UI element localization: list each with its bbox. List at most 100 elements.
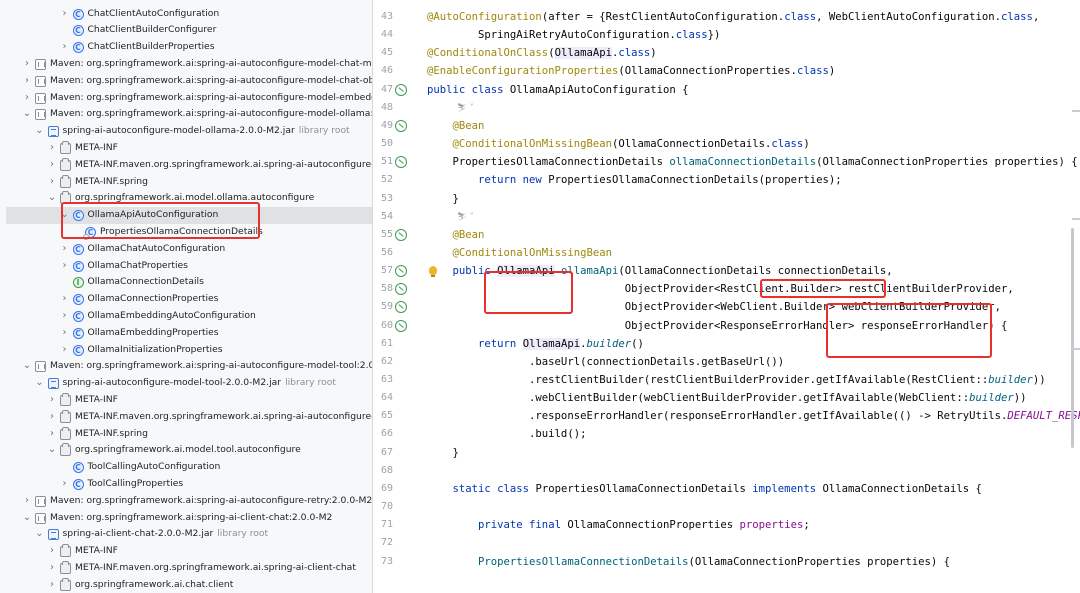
chevron-right-icon[interactable]: › [47, 174, 57, 190]
tree-maven-ollama[interactable]: ⌄ Maven: org.springframework.ai:spring-ai… [0, 106, 372, 123]
code-line-73[interactable]: 73 PropertiesOllamaConnectionDetails(Oll… [373, 553, 1080, 571]
tree-maven-client-chat[interactable]: ⌄ Maven: org.springframework.ai:spring-ai… [0, 510, 372, 527]
tree-jar-tool[interactable]: ⌄ spring-ai-autoconfigure-model-tool-2.0.… [0, 375, 372, 392]
chevron-right-icon[interactable]: › [60, 308, 70, 324]
code-line-59[interactable]: 59 ObjectProvider<WebClient.Builder> web… [373, 298, 1080, 316]
code-line-54[interactable]: 54 ⛷ ˅ [373, 208, 1080, 226]
tree-maven-embedding[interactable]: › Maven: org.springframework.ai:spring-ai… [0, 90, 372, 107]
code-line-72[interactable]: 72 [373, 534, 1080, 552]
chevron-down-icon[interactable]: ⌄ [35, 375, 45, 391]
code-line-58[interactable]: 58 ObjectProvider<RestClient.Builder> re… [373, 280, 1080, 298]
chevron-down-icon[interactable]: ⌄ [47, 190, 57, 206]
code-line-63[interactable]: 63 .restClientBuilder(restClientBuilderP… [373, 371, 1080, 389]
line-number[interactable]: 58 [373, 280, 393, 298]
tree-class-ollama-connection-properties[interactable]: › OllamaConnectionProperties [0, 291, 372, 308]
spring-bean-icon[interactable] [395, 83, 407, 96]
line-number[interactable]: 69 [373, 480, 393, 498]
tree-folder-meta-inf-spring[interactable]: › META-INF.spring [0, 174, 372, 191]
tree-class-tool-calling-auto-configuration[interactable]: ToolCallingAutoConfiguration [0, 459, 372, 476]
line-number[interactable]: 70 [373, 498, 393, 516]
line-number[interactable]: 71 [373, 516, 393, 534]
code-line-51[interactable]: 51 PropertiesOllamaConnectionDetails oll… [373, 153, 1080, 171]
tree-folder-tool-meta-inf-maven[interactable]: › META-INF.maven.org.springframework.ai.s… [0, 409, 372, 426]
line-number[interactable]: 53 [373, 190, 393, 208]
tree-interface-ollama-connection-details[interactable]: OllamaConnectionDetails [0, 274, 372, 291]
line-number[interactable]: 61 [373, 335, 393, 353]
line-number[interactable]: 67 [373, 444, 393, 462]
line-number[interactable]: 47 [373, 81, 393, 99]
line-number[interactable]: 66 [373, 425, 393, 443]
code-line-55[interactable]: 55 @Bean [373, 226, 1080, 244]
spring-bean-icon[interactable] [395, 319, 407, 332]
tree-maven-chat-observation[interactable]: › Maven: org.springframework.ai:spring-ai… [0, 73, 372, 90]
chevron-down-icon[interactable]: ⌄ [35, 123, 45, 139]
spring-bean-icon[interactable] [395, 228, 407, 241]
code-editor[interactable]: 43 @AutoConfiguration(after = {RestClient… [373, 0, 1080, 593]
code-line-53[interactable]: 53 } [373, 190, 1080, 208]
code-line-66[interactable]: 66 .build(); [373, 425, 1080, 443]
tree-maven-chat-memory[interactable]: › Maven: org.springframework.ai:spring-ai… [0, 56, 372, 73]
chevron-right-icon[interactable]: › [60, 39, 70, 55]
code-line-44[interactable]: 44 SpringAiRetryAutoConfiguration.class}… [373, 26, 1080, 44]
tree-maven-tool[interactable]: ⌄ Maven: org.springframework.ai:spring-ai… [0, 358, 372, 375]
code-line-43[interactable]: 43 @AutoConfiguration(after = {RestClient… [373, 8, 1080, 26]
tree-class-ollama-chat-properties[interactable]: › OllamaChatProperties [0, 258, 372, 275]
project-tree[interactable]: › ChatClientAutoConfiguration ChatClientBu… [0, 0, 372, 593]
chevron-right-icon[interactable]: › [22, 90, 32, 106]
line-number[interactable]: 52 [373, 171, 393, 189]
line-number[interactable]: 63 [373, 371, 393, 389]
chevron-down-icon[interactable]: ⌄ [35, 526, 45, 542]
code-line-67[interactable]: 67 } [373, 444, 1080, 462]
code-line-48[interactable]: 48 ⛷ ˅ [373, 99, 1080, 117]
editor-scrollbar[interactable] [1071, 228, 1074, 448]
line-number[interactable]: 59 [373, 298, 393, 316]
chevron-right-icon[interactable]: › [47, 409, 57, 425]
line-number[interactable]: 64 [373, 389, 393, 407]
line-number[interactable]: 54 [373, 208, 393, 226]
chevron-right-icon[interactable]: › [22, 56, 32, 72]
code-line-50[interactable]: 50 @ConditionalOnMissingBean(OllamaConne… [373, 135, 1080, 153]
line-number[interactable]: 44 [373, 26, 393, 44]
tree-package-ollama-autoconfigure[interactable]: ⌄ org.springframework.ai.model.ollama.aut… [0, 190, 372, 207]
code-line-71[interactable]: 71 private final OllamaConnectionPropert… [373, 516, 1080, 534]
tree-folder-tool-meta-inf[interactable]: › META-INF [0, 392, 372, 409]
line-number[interactable]: 57 [373, 262, 393, 280]
code-line-46[interactable]: 46 @EnableConfigurationProperties(OllamaC… [373, 62, 1080, 80]
code-line-68[interactable]: 68 [373, 462, 1080, 480]
spring-bean-icon[interactable] [395, 265, 407, 278]
chevron-right-icon[interactable]: › [60, 258, 70, 274]
tree-class-ollama-api-auto-configuration[interactable]: ⌄ OllamaApiAutoConfiguration [6, 207, 372, 224]
line-number[interactable]: 65 [373, 407, 393, 425]
inlay-hint-icon[interactable]: ⛷ ˅ [457, 99, 474, 117]
tree-class-chat-client-builder-properties[interactable]: › ChatClientBuilderProperties [0, 39, 372, 56]
line-number[interactable]: 46 [373, 62, 393, 80]
chevron-down-icon[interactable]: ⌄ [22, 510, 32, 526]
tree-jar-ollama[interactable]: ⌄ spring-ai-autoconfigure-model-ollama-2.… [0, 123, 372, 140]
chevron-right-icon[interactable]: › [22, 73, 32, 89]
tree-jar-client-chat[interactable]: ⌄ spring-ai-client-chat-2.0.0-M2.jar libra… [0, 526, 372, 543]
line-number[interactable]: 48 [373, 99, 393, 117]
tree-folder-client-meta-inf-maven[interactable]: › META-INF.maven.org.springframework.ai.s… [0, 560, 372, 577]
inlay-hint-icon[interactable]: ⛷ ˅ [457, 208, 474, 226]
code-line-62[interactable]: 62 .baseUrl(connectionDetails.getBaseUrl… [373, 353, 1080, 371]
chevron-right-icon[interactable]: › [47, 543, 57, 559]
chevron-down-icon[interactable]: ⌄ [47, 442, 57, 458]
code-line-70[interactable]: 70 [373, 498, 1080, 516]
chevron-right-icon[interactable]: › [60, 241, 70, 257]
tree-package-chat-client[interactable]: › org.springframework.ai.chat.client [0, 577, 372, 593]
tree-class-ollama-chat-auto-configuration[interactable]: › OllamaChatAutoConfiguration [0, 241, 372, 258]
code-line-57[interactable]: 57 public OllamaApi ollamaApi(OllamaConn… [373, 262, 1080, 280]
tree-maven-retry[interactable]: › Maven: org.springframework.ai:spring-ai… [0, 493, 372, 510]
spring-bean-icon[interactable] [395, 283, 407, 296]
code-line-56[interactable]: 56 @ConditionalOnMissingBean [373, 244, 1080, 262]
tree-folder-meta-inf-maven[interactable]: › META-INF.maven.org.springframework.ai.s… [0, 157, 372, 174]
spring-bean-icon[interactable] [395, 119, 407, 132]
tree-class-ollama-initialization-properties[interactable]: › OllamaInitializationProperties [0, 342, 372, 359]
spring-bean-icon[interactable] [395, 301, 407, 314]
chevron-down-icon[interactable]: ⌄ [22, 358, 32, 374]
tree-class-tool-calling-properties[interactable]: › ToolCallingProperties [0, 476, 372, 493]
chevron-right-icon[interactable]: › [22, 493, 32, 509]
code-line-52[interactable]: 52 return new PropertiesOllamaConnection… [373, 171, 1080, 189]
tree-class-ollama-embedding-properties[interactable]: › OllamaEmbeddingProperties [0, 325, 372, 342]
line-number[interactable]: 56 [373, 244, 393, 262]
